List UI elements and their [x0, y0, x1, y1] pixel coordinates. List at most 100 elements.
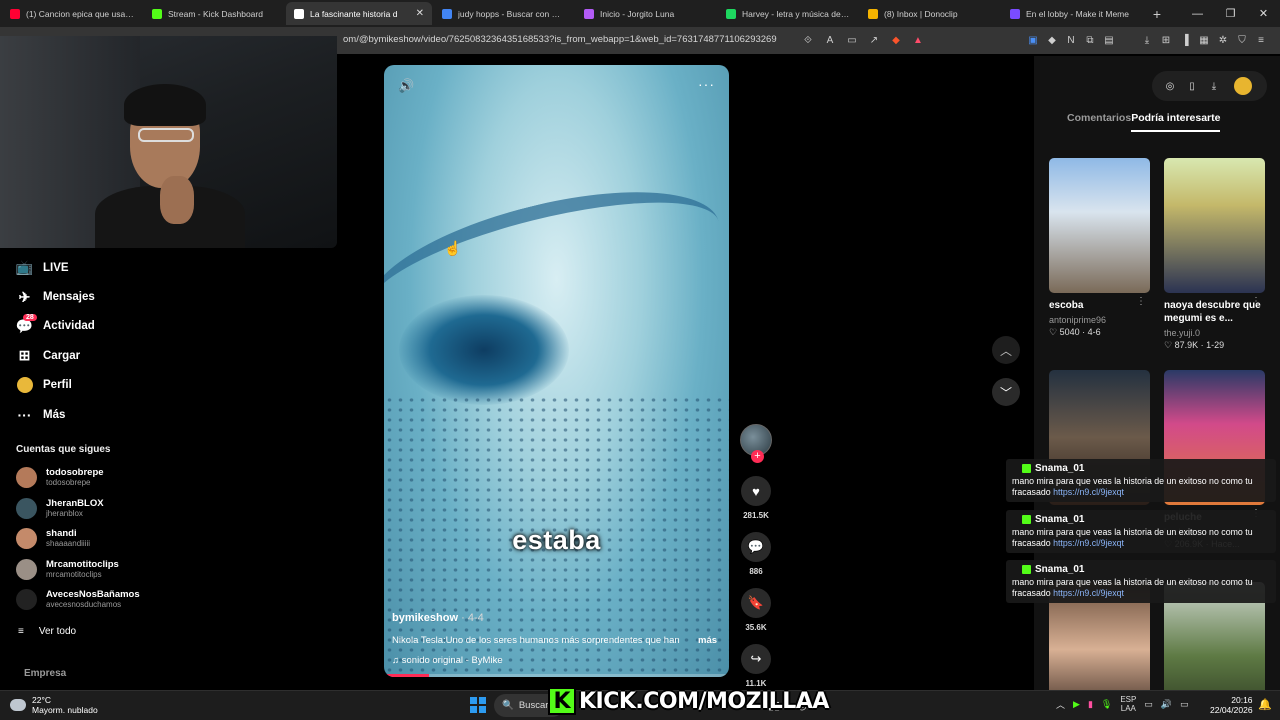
tab-suggested[interactable]: Podría interesarte — [1131, 112, 1221, 132]
follow-plus-icon[interactable]: + — [751, 450, 764, 463]
share-action[interactable]: ↪ 11.1K — [737, 644, 775, 688]
share-page-icon[interactable]: ↗ — [866, 31, 882, 49]
volume-icon[interactable]: 🔊 — [398, 78, 414, 94]
following-handle: avecesnosduchamos — [46, 600, 122, 610]
comment-action[interactable]: 💬 886 — [737, 532, 775, 576]
video-player[interactable]: 🔊 ··· estaba bymikeshow · 4-4 Nikola Tes… — [384, 65, 729, 677]
windows-start-icon[interactable] — [470, 697, 486, 713]
network-icon[interactable]: ▭ — [1144, 699, 1153, 710]
sidebar-item-label: Perfil — [43, 379, 72, 392]
following-item[interactable]: todosobrepe todosobrepe — [16, 467, 166, 488]
brave-shield-icon[interactable]: ◆ — [888, 31, 904, 49]
phone-icon[interactable]: ▯ — [1184, 78, 1200, 94]
previous-video-button[interactable]: ︿ — [992, 336, 1020, 364]
video-author[interactable]: bymikeshow · 4-4 — [392, 612, 484, 624]
coin-icon[interactable] — [1234, 77, 1252, 95]
video-thumbnail[interactable] — [1164, 158, 1265, 293]
card-options-icon[interactable]: ⋮ — [1251, 296, 1261, 307]
comment-icon[interactable]: 💬 — [741, 532, 771, 562]
browser-tab[interactable]: judy hopps - Buscar con Goog — [434, 2, 574, 25]
translate-icon[interactable]: ⟐ — [800, 31, 816, 49]
sidebar-item-actividad[interactable]: 💬 28 Actividad — [16, 312, 156, 341]
maximize-icon[interactable]: ❐ — [1214, 0, 1247, 27]
cast-icon[interactable]: ▭ — [844, 31, 860, 49]
tray-app-icon[interactable]: ▶ — [1073, 699, 1080, 710]
notification-icon[interactable]: 🔔 — [1258, 698, 1272, 711]
comment-count: 886 — [749, 567, 763, 576]
grid-icon[interactable]: ⊞ — [1158, 31, 1174, 49]
creator-avatar[interactable]: + — [740, 424, 772, 463]
extension-icon[interactable]: N — [1063, 31, 1079, 49]
extensions-puzzle-icon[interactable]: ⧉ — [1082, 31, 1098, 49]
new-tab-icon[interactable]: + — [1148, 5, 1166, 23]
company-link[interactable]: Empresa — [24, 668, 66, 679]
following-item[interactable]: AvecesNosBañamos avecesnosduchamos — [16, 589, 166, 611]
download-video-icon[interactable]: ⤓ — [1206, 78, 1222, 94]
following-item[interactable]: JheranBLOX jheranblox — [16, 497, 166, 519]
compass-icon[interactable]: ◎ — [1162, 78, 1178, 94]
sidebar-item-más[interactable]: ··· Más — [16, 400, 156, 429]
kick-badge-icon — [1022, 464, 1031, 473]
see-all-link[interactable]: ≡ Ver todo — [18, 626, 76, 637]
browser-tab[interactable]: Inicio - Jorgito Luna — [576, 2, 716, 25]
extension-icon[interactable]: ▣ — [1025, 31, 1041, 49]
tray-app-icon[interactable]: ▮ — [1088, 699, 1093, 710]
rewards-icon[interactable]: ▲ — [910, 31, 926, 49]
browser-tab[interactable]: (1) Cancion epica que usa The — [2, 2, 142, 25]
weather-widget[interactable]: 22°C Mayorm. nublado — [10, 695, 98, 715]
chat-message: Snama_01 mano mira para que veas la histo… — [1006, 459, 1276, 502]
show-hidden-icon[interactable]: ︿ — [1056, 698, 1065, 711]
menu-icon[interactable]: ≡ — [1253, 31, 1269, 49]
suggested-video-card[interactable]: naoya descubre que megumi es e... the.yuj… — [1164, 158, 1265, 351]
leo-icon[interactable]: ✲ — [1215, 31, 1231, 49]
video-progress-bar[interactable] — [384, 674, 729, 677]
browser-tab[interactable]: Harvey - letra y música de Her — [718, 2, 858, 25]
share-icon[interactable]: ↪ — [741, 644, 771, 674]
suggested-video-card[interactable]: escoba antoniprime96 ♡ 5040 · 4-6 ⋮ — [1049, 158, 1150, 338]
save-icon[interactable]: 🔖 — [741, 588, 771, 618]
browser-tab[interactable]: (8) Inbox | Donoclip — [860, 2, 1000, 25]
sidebar-item-mensajes[interactable]: ✈ Mensajes — [16, 282, 156, 311]
minimize-icon[interactable]: — — [1181, 0, 1214, 27]
volume-tray-icon[interactable]: 🔊 — [1161, 699, 1172, 710]
card-meta: ♡ 5040 · 4-6 — [1049, 327, 1101, 337]
next-video-button[interactable]: ﹀ — [992, 378, 1020, 406]
browser-tab[interactable]: Stream - Kick Dashboard — [144, 2, 284, 25]
wallet-icon[interactable]: ▦ — [1196, 31, 1212, 49]
sidebar-item-cargar[interactable]: ⊞ Cargar — [16, 341, 156, 370]
like-icon[interactable]: ♥ — [741, 476, 771, 506]
following-name: JheranBLOX — [46, 497, 104, 509]
like-action[interactable]: ♥ 281.5K — [737, 476, 775, 520]
tab-favicon-icon — [584, 8, 594, 19]
chat-link[interactable]: https://n9.cl/9jexqt — [1053, 538, 1124, 548]
tab-title: (8) Inbox | Donoclip — [884, 8, 958, 19]
close-tab-icon[interactable]: ✕ — [416, 8, 424, 19]
card-options-icon[interactable]: ⋮ — [1136, 296, 1146, 307]
chat-link[interactable]: https://n9.cl/9jexqt — [1053, 487, 1124, 497]
sidebar-item-live[interactable]: 📺 LIVE — [16, 253, 156, 282]
language-indicator[interactable]: ESP LAA — [1120, 695, 1136, 713]
chat-link[interactable]: https://n9.cl/9jexqt — [1053, 588, 1124, 598]
tab-comments[interactable]: Comentarios — [1067, 112, 1131, 132]
browser-tab[interactable]: La fascinante historia d ✕ — [286, 2, 432, 25]
mic-icon[interactable]: 🎙 — [1101, 699, 1112, 710]
close-window-icon[interactable]: ✕ — [1247, 0, 1280, 27]
following-item[interactable]: shandi shaaaandiiiii — [16, 528, 166, 550]
extension-icon[interactable]: ◆ — [1044, 31, 1060, 49]
download-icon[interactable]: ⤓ — [1139, 31, 1155, 49]
tab-search-icon[interactable]: ▤ — [1101, 31, 1117, 49]
battery-icon[interactable]: ▭ — [1180, 699, 1189, 710]
sidebar-icon[interactable]: ▐ — [1177, 31, 1193, 49]
sidebar-item-perfil[interactable]: Perfil — [16, 371, 156, 400]
clock[interactable]: 20:16 22/04/2026 — [1210, 695, 1253, 715]
more-description-button[interactable]: más — [698, 635, 717, 646]
vpn-icon[interactable]: ⛉ — [1234, 31, 1250, 49]
reader-icon[interactable]: A — [822, 31, 838, 49]
save-action[interactable]: 🔖 35.6K — [737, 588, 775, 632]
browser-tab[interactable]: En el lobby - Make it Meme — [1002, 2, 1142, 25]
video-options-icon[interactable]: ··· — [698, 76, 715, 92]
url-field[interactable]: om/@bymikeshow/video/7625083236435168533… — [343, 34, 777, 45]
video-thumbnail[interactable] — [1049, 158, 1150, 293]
music-link[interactable]: ♫ sonido original - ByMike — [392, 655, 503, 666]
following-item[interactable]: Mrcamotitoclips mrcamotitoclips — [16, 558, 166, 580]
